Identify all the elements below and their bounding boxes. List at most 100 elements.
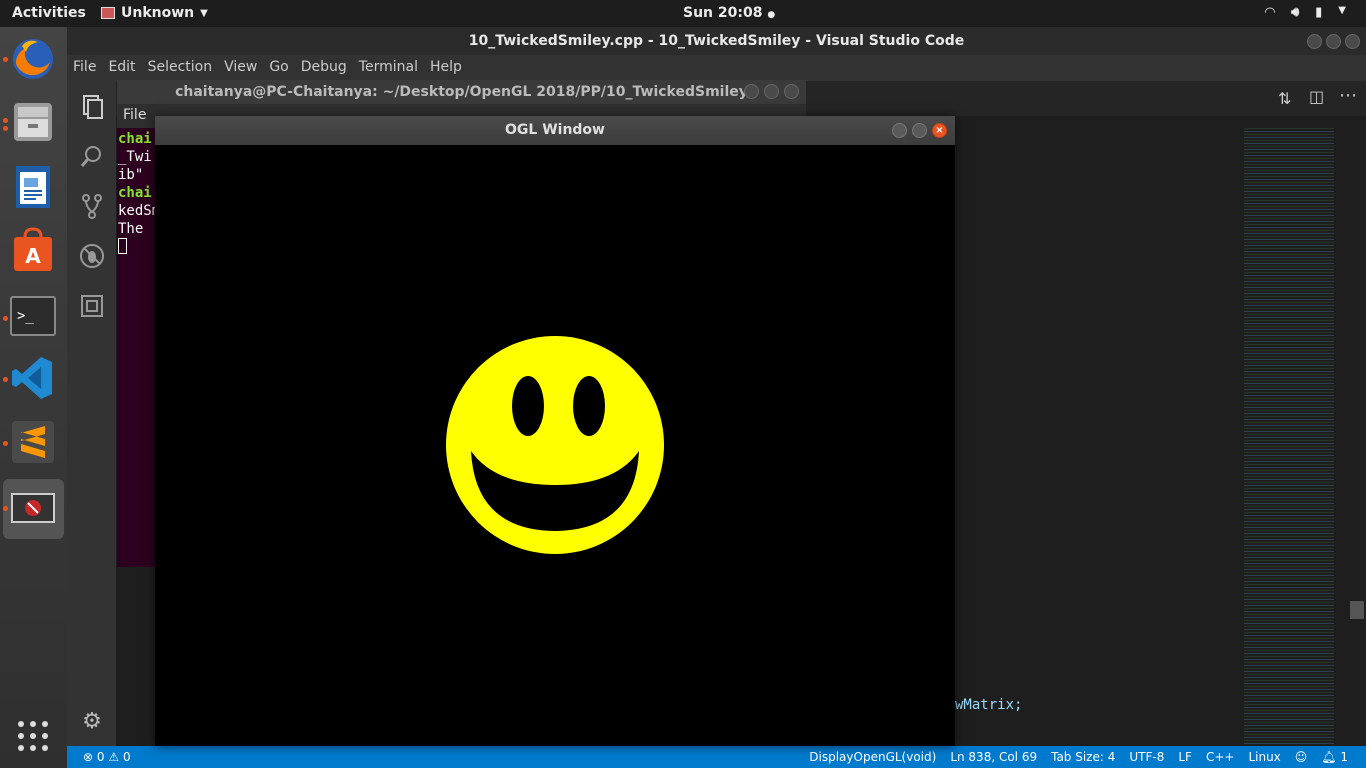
terminal-launcher[interactable]: >_: [8, 292, 58, 342]
debug-icon[interactable]: [79, 243, 105, 269]
battery-icon: ▮: [1315, 5, 1323, 20]
vscode-titlebar: 10_TwickedSmiley.cpp - 10_TwickedSmiley …: [67, 27, 1366, 55]
gear-icon[interactable]: ⚙: [79, 709, 105, 735]
writer-icon: [16, 166, 50, 208]
terminal-titlebar: chaitanya@PC-Chaitanya: ~/Desktop/OpenGL…: [117, 80, 806, 104]
error-icon: ⊗: [83, 750, 94, 764]
terminal-cursor: [118, 238, 127, 254]
svg-text:A: A: [25, 244, 41, 268]
writer-launcher[interactable]: [8, 162, 58, 212]
terminal-line: The: [118, 221, 144, 237]
volume-icon: 🔊︎: [1290, 5, 1300, 20]
minimize-button[interactable]: [892, 123, 907, 138]
dock: A >_: [0, 27, 67, 768]
terminal-line: chai: [118, 185, 152, 201]
files-icon: [14, 103, 52, 141]
explorer-icon[interactable]: [79, 93, 105, 119]
close-button[interactable]: ×: [932, 123, 947, 138]
menu-terminal[interactable]: Terminal: [353, 55, 424, 81]
status-bar: ⊗ 0 ⚠ 0 DisplayOpenGL(void) Ln 838, Col …: [67, 746, 1366, 768]
smiley-face: [446, 336, 664, 554]
sublime-icon: [12, 421, 54, 463]
code-line-fragment[interactable]: wMatrix;: [955, 697, 1022, 713]
vscode-launcher[interactable]: [8, 353, 58, 403]
smiley-left-eye: [512, 376, 544, 436]
clock-label: Sun 20:08: [683, 5, 763, 21]
close-button[interactable]: [1345, 34, 1360, 49]
menu-file[interactable]: File: [67, 55, 102, 81]
firefox-launcher[interactable]: [8, 34, 58, 84]
cursor-position[interactable]: Ln 838, Col 69: [950, 750, 1037, 764]
wifi-icon: ◠: [1264, 5, 1275, 20]
app-icon: [101, 7, 115, 19]
problems-indicator[interactable]: ⊗ 0 ⚠ 0: [83, 750, 131, 764]
maximize-button[interactable]: [1326, 34, 1341, 49]
app-menu-label: Unknown: [121, 5, 195, 21]
extensions-icon[interactable]: [79, 293, 105, 319]
unknown-app-icon: [11, 493, 55, 523]
menu-view[interactable]: View: [218, 55, 263, 81]
opengl-canvas[interactable]: [155, 145, 955, 746]
activities-button[interactable]: Activities: [12, 5, 86, 21]
terminal-line: kedSm: [118, 203, 161, 219]
notification-count: 1: [1340, 750, 1348, 764]
tab-size[interactable]: Tab Size: 4: [1051, 750, 1115, 764]
sublime-launcher[interactable]: [8, 417, 58, 467]
terminal-line: _Twi: [118, 149, 152, 165]
minimize-button[interactable]: [744, 84, 759, 99]
warning-icon: ⚠: [108, 750, 120, 764]
ogl-window-launcher[interactable]: [3, 479, 64, 539]
ogl-window: OGL Window ×: [155, 116, 955, 746]
software-center-icon: A: [14, 227, 52, 271]
ogl-titlebar: OGL Window ×: [155, 116, 955, 145]
menu-selection[interactable]: Selection: [142, 55, 219, 81]
terminal-title: chaitanya@PC-Chaitanya: ~/Desktop/OpenGL…: [175, 84, 748, 100]
menu-edit[interactable]: Edit: [102, 55, 141, 81]
menu-bar: File Edit Selection View Go Debug Termin…: [67, 55, 1366, 81]
minimap[interactable]: [1244, 126, 1334, 746]
scrollbar-thumb[interactable]: [1350, 601, 1364, 619]
menu-help[interactable]: Help: [424, 55, 468, 81]
notifications[interactable]: 🔔︎ 1: [1321, 750, 1348, 764]
svg-text:>_: >_: [17, 308, 34, 324]
warning-count: 0: [122, 750, 131, 764]
vscode-icon: [12, 357, 52, 399]
terminal-icon: >_: [10, 296, 56, 336]
encoding[interactable]: UTF-8: [1129, 750, 1164, 764]
source-control-icon[interactable]: [79, 193, 105, 219]
system-status[interactable]: ◠ 🔊︎ ▮ ▼: [1265, 5, 1346, 20]
language-mode[interactable]: C++: [1206, 750, 1235, 764]
clock[interactable]: Sun 20:08 ●: [683, 5, 775, 21]
search-icon[interactable]: [79, 143, 105, 169]
split-editor-icon[interactable]: ◫: [1309, 87, 1324, 106]
feedback-smiley-icon[interactable]: ☺: [1295, 750, 1308, 764]
current-function[interactable]: DisplayOpenGL(void): [809, 750, 936, 764]
activity-bar: ⚙: [67, 81, 116, 746]
ogl-window-title: OGL Window: [505, 122, 605, 138]
software-launcher[interactable]: A: [8, 225, 58, 275]
smiley-right-eye: [573, 376, 605, 436]
notification-dot-icon: ●: [767, 10, 776, 20]
close-button[interactable]: [784, 84, 799, 99]
window-title: 10_TwickedSmiley.cpp - 10_TwickedSmiley …: [468, 33, 965, 49]
menu-go[interactable]: Go: [263, 55, 294, 81]
app-menu[interactable]: Unknown ▼: [101, 5, 208, 21]
maximize-button[interactable]: [764, 84, 779, 99]
minimize-button[interactable]: [1307, 34, 1322, 49]
more-actions-icon[interactable]: ⋯: [1339, 85, 1357, 106]
platform[interactable]: Linux: [1248, 750, 1280, 764]
top-bar: Activities Unknown ▼ Sun 20:08 ● ◠ 🔊︎ ▮ …: [0, 0, 1366, 27]
bell-icon: 🔔︎: [1321, 750, 1337, 764]
terminal-menu-file[interactable]: File: [123, 107, 146, 123]
end-of-line[interactable]: LF: [1178, 750, 1192, 764]
maximize-button[interactable]: [912, 123, 927, 138]
files-launcher[interactable]: [8, 97, 58, 147]
terminal-output[interactable]: chai _Twi ib" chai kedSm The: [117, 130, 160, 254]
chevron-down-icon: ▼: [200, 7, 208, 19]
menu-debug[interactable]: Debug: [295, 55, 353, 81]
open-changes-icon[interactable]: ⇅: [1278, 89, 1291, 108]
firefox-icon: [13, 39, 53, 79]
running-indicator: [3, 506, 8, 511]
show-applications-button[interactable]: [8, 711, 58, 761]
terminal-line: ib": [118, 167, 144, 183]
